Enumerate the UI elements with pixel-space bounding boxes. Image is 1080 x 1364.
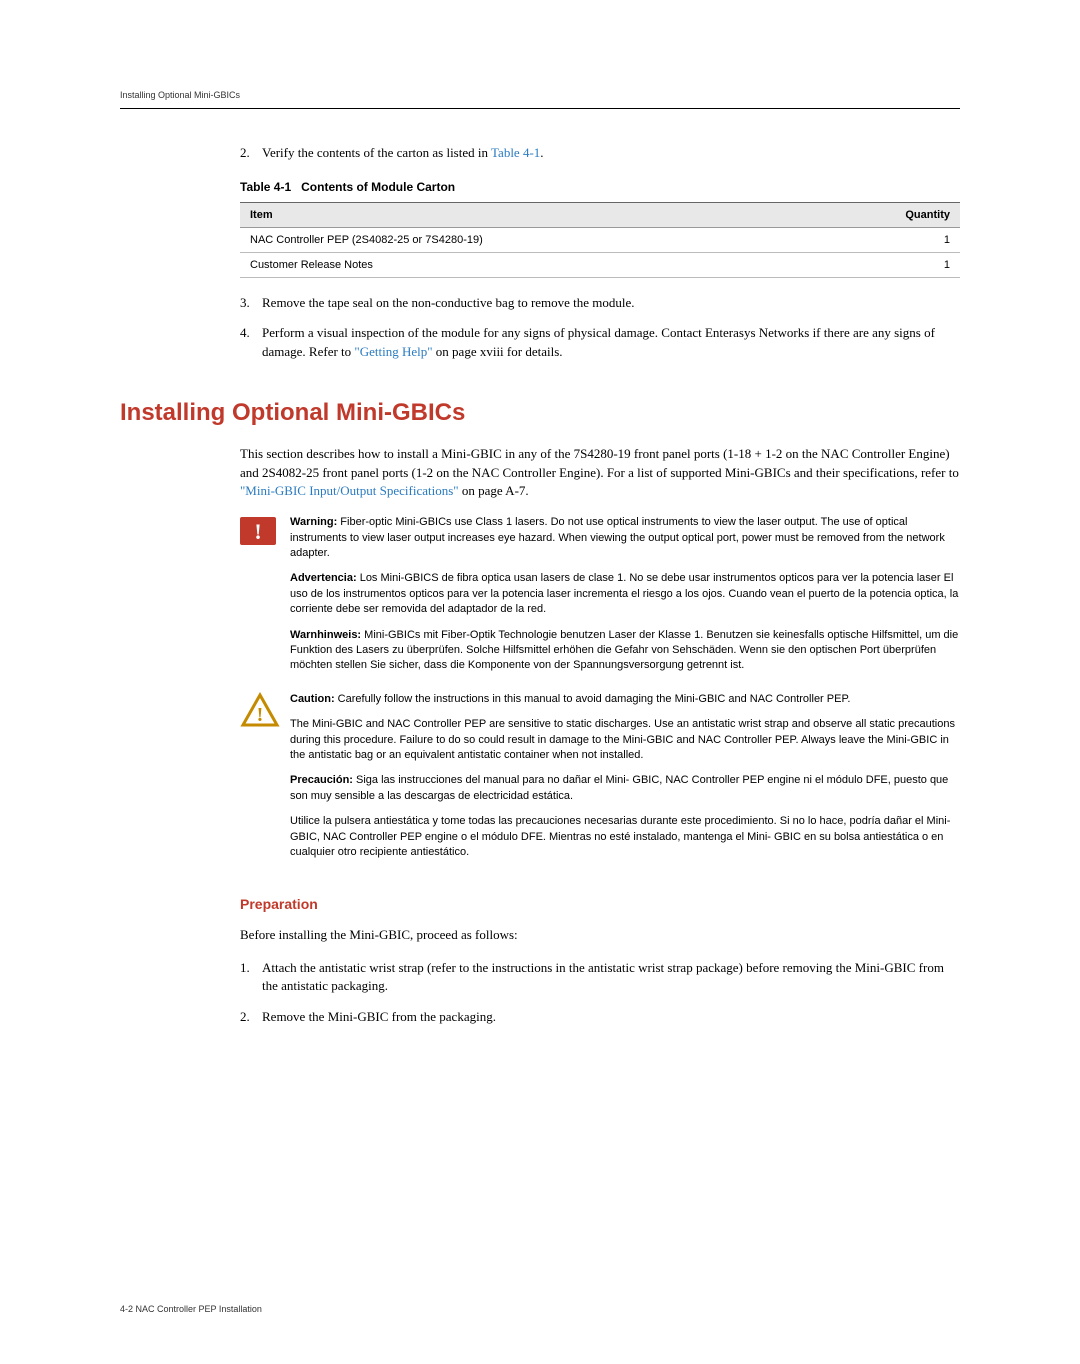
mini-gbic-spec-link[interactable]: "Mini-GBIC Input/Output Specifications" xyxy=(240,483,459,498)
caution-en-1: Caution: Carefully follow the instructio… xyxy=(290,692,960,707)
prep-step-2: 2. Remove the Mini-GBIC from the packagi… xyxy=(240,1008,960,1026)
intro-text-a: This section describes how to install a … xyxy=(240,446,959,480)
step-text: Remove the tape seal on the non-conducti… xyxy=(262,294,960,312)
table-row: Customer Release Notes 1 xyxy=(240,253,960,278)
step-text: Verify the contents of the carton as lis… xyxy=(262,144,960,162)
table-number: Table 4-1 xyxy=(240,180,291,194)
step-3: 3. Remove the tape seal on the non-condu… xyxy=(240,294,960,312)
caution-es-1: Precaución: Siga las instrucciones del m… xyxy=(290,773,960,804)
getting-help-link[interactable]: "Getting Help" xyxy=(354,344,432,359)
warning-label: Warning: xyxy=(290,516,337,528)
caution-en-2: The Mini-GBIC and NAC Controller PEP are… xyxy=(290,717,960,763)
caution-es-2: Utilice la pulsera antiestática y tome t… xyxy=(290,814,960,860)
cell-item: Customer Release Notes xyxy=(240,253,813,278)
step-2: 2. Verify the contents of the carton as … xyxy=(240,144,960,162)
page-header: Installing Optional Mini-GBICs xyxy=(120,90,960,109)
precaucion-label: Precaución: xyxy=(290,774,353,786)
step-number: 3. xyxy=(240,294,262,312)
caution-icon: ! xyxy=(240,692,280,724)
col-header-item: Item xyxy=(240,203,813,228)
table-title: Contents of Module Carton xyxy=(301,180,455,194)
svg-text:!: ! xyxy=(257,704,264,726)
col-header-qty: Quantity xyxy=(813,203,960,228)
step-text: Perform a visual inspection of the modul… xyxy=(262,324,960,360)
prep-step-1: 1. Attach the antistatic wrist strap (re… xyxy=(240,959,960,995)
caution-text-1: Carefully follow the instructions in thi… xyxy=(335,693,851,705)
step-text: Attach the antistatic wrist strap (refer… xyxy=(262,959,960,995)
section-heading: Installing Optional Mini-GBICs xyxy=(120,399,960,427)
warning-icon: ! xyxy=(240,515,280,547)
preparation-lead: Before installing the Mini-GBIC, proceed… xyxy=(240,926,960,945)
warning-block: ! Warning: Fiber-optic Mini-GBICs use Cl… xyxy=(240,515,960,684)
advertencia-label: Advertencia: xyxy=(290,572,357,584)
step-4: 4. Perform a visual inspection of the mo… xyxy=(240,324,960,360)
step-number: 2. xyxy=(240,1008,262,1026)
table-link[interactable]: Table 4-1 xyxy=(491,145,540,160)
text-after-link: on page xviii for details. xyxy=(433,344,563,359)
preparation-heading: Preparation xyxy=(240,896,960,912)
cell-qty: 1 xyxy=(813,253,960,278)
text-after-link: . xyxy=(540,145,543,160)
step-number: 4. xyxy=(240,324,262,360)
precaucion-text: Siga las instrucciones del manual para n… xyxy=(290,774,948,801)
warning-es: Advertencia: Los Mini-GBICS de fibra opt… xyxy=(290,571,960,617)
svg-text:!: ! xyxy=(254,519,261,544)
warnhinweis-label: Warnhinweis: xyxy=(290,629,361,641)
advertencia-text: Los Mini-GBICS de fibra optica usan lase… xyxy=(290,572,958,615)
caution-block: ! Caution: Carefully follow the instruct… xyxy=(240,692,960,871)
table-caption: Table 4-1 Contents of Module Carton xyxy=(240,180,960,194)
warnhinweis-text: Mini-GBICs mit Fiber-Optik Technologie b… xyxy=(290,629,958,672)
contents-table: Item Quantity NAC Controller PEP (2S4082… xyxy=(240,202,960,278)
page-footer: 4-2 NAC Controller PEP Installation xyxy=(120,1304,262,1314)
text-before-link: Verify the contents of the carton as lis… xyxy=(262,145,491,160)
cell-item: NAC Controller PEP (2S4082-25 or 7S4280-… xyxy=(240,228,813,253)
table-row: NAC Controller PEP (2S4082-25 or 7S4280-… xyxy=(240,228,960,253)
intro-text-b: on page A-7. xyxy=(459,483,529,498)
step-number: 1. xyxy=(240,959,262,995)
intro-paragraph: This section describes how to install a … xyxy=(240,445,960,502)
step-text: Remove the Mini-GBIC from the packaging. xyxy=(262,1008,960,1026)
step-number: 2. xyxy=(240,144,262,162)
warning-de: Warnhinweis: Mini-GBICs mit Fiber-Optik … xyxy=(290,628,960,674)
caution-label: Caution: xyxy=(290,693,335,705)
warning-text: Fiber-optic Mini-GBICs use Class 1 laser… xyxy=(290,516,945,559)
warning-en: Warning: Fiber-optic Mini-GBICs use Clas… xyxy=(290,515,960,561)
cell-qty: 1 xyxy=(813,228,960,253)
